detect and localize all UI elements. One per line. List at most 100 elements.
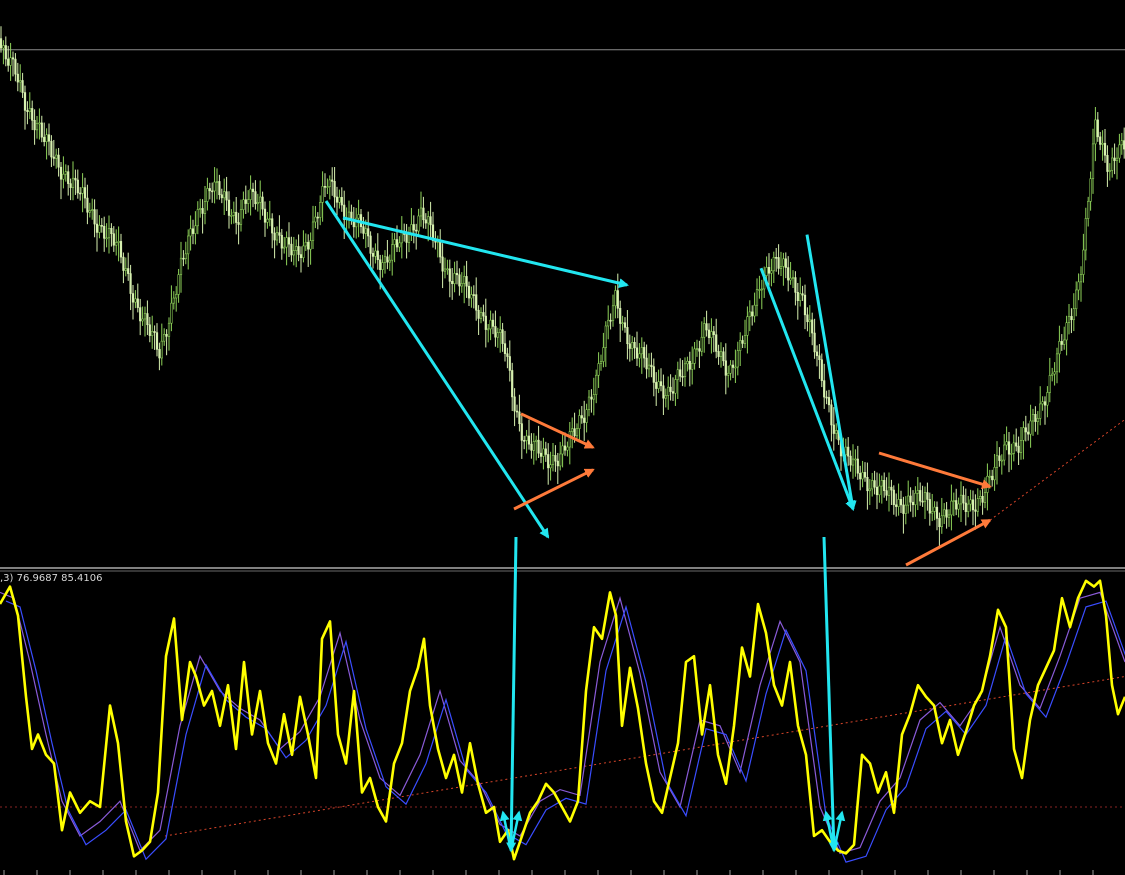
candle-body <box>501 329 504 344</box>
candle-body <box>679 369 682 377</box>
candle-body <box>628 343 631 349</box>
candle-body <box>1029 420 1032 435</box>
candle-body <box>794 277 797 293</box>
candle-body <box>520 423 523 441</box>
candle-body <box>923 492 927 502</box>
candle-body <box>347 211 351 219</box>
candle-body <box>16 73 19 83</box>
candle-body <box>472 294 475 296</box>
candle-body <box>374 250 377 257</box>
candle-body <box>11 57 15 60</box>
candle-body <box>619 307 622 324</box>
candle-body <box>220 194 223 199</box>
candle-body <box>494 326 497 338</box>
candle-body <box>196 209 199 227</box>
candle-body <box>283 246 286 249</box>
candle-body <box>1075 289 1078 310</box>
candle-body <box>736 350 739 368</box>
candle-body <box>823 380 826 398</box>
candle-body <box>419 207 423 217</box>
candle-body <box>633 342 636 349</box>
candle-body <box>1091 143 1095 180</box>
candle-body <box>597 363 600 376</box>
candle-body <box>573 428 576 437</box>
candle-body <box>635 347 639 359</box>
candle-body <box>1065 322 1068 341</box>
candle-body <box>1058 341 1061 355</box>
candle-body <box>201 208 204 214</box>
candle-body <box>146 313 149 326</box>
candle-body <box>563 445 567 451</box>
candle-body <box>950 500 953 516</box>
candle-body <box>251 188 255 192</box>
candle-body <box>767 267 771 274</box>
candle-body <box>707 329 711 339</box>
candle-body <box>820 359 823 381</box>
candle-body <box>227 199 231 216</box>
candle-body <box>107 227 111 239</box>
candle-body <box>271 218 274 234</box>
candle-body <box>1060 341 1063 345</box>
candle-body <box>290 243 293 256</box>
candle-body <box>206 188 209 202</box>
candle-body <box>470 294 473 299</box>
candle-body <box>1084 218 1087 251</box>
candle-body <box>477 309 480 319</box>
candle-body <box>31 108 34 121</box>
candle-body <box>650 364 653 367</box>
candle-body <box>182 257 185 260</box>
candle-body <box>659 381 663 387</box>
candle-body <box>9 57 12 66</box>
candle-body <box>43 136 46 142</box>
candle-body <box>602 347 605 362</box>
candle-body <box>129 273 132 294</box>
candle-body <box>955 500 958 510</box>
candle-body <box>1007 441 1011 455</box>
candle-body <box>952 500 955 502</box>
candle-body <box>119 241 123 258</box>
candle-body <box>81 187 84 194</box>
candle-body <box>407 233 411 243</box>
candle-body <box>849 455 852 466</box>
candle-body <box>122 256 125 271</box>
candle-body <box>988 475 991 478</box>
candle-body <box>280 234 283 249</box>
candle-body <box>1053 371 1056 375</box>
candle-body <box>875 486 879 496</box>
candle-body <box>791 277 795 279</box>
candle-body <box>266 218 269 223</box>
candle-body <box>527 435 531 445</box>
candle-body <box>1101 142 1104 145</box>
candle-body <box>998 455 1001 461</box>
candle-body <box>165 334 168 337</box>
candle-body <box>703 323 706 338</box>
candle-body <box>943 509 946 517</box>
candle-body <box>1043 401 1047 406</box>
candle-body <box>268 218 271 221</box>
candle-body <box>561 445 564 455</box>
candle-body <box>741 340 744 344</box>
candle-body <box>47 134 51 142</box>
candle-body <box>254 191 257 205</box>
candle-body <box>506 353 509 357</box>
candle-body <box>806 314 809 323</box>
candle-body <box>715 334 718 352</box>
candle-body <box>467 285 471 299</box>
candle-body <box>921 500 924 503</box>
candle-body <box>33 120 36 131</box>
candle-body <box>686 360 689 365</box>
candle-body <box>899 499 903 506</box>
candle-body <box>369 235 372 254</box>
candle-body <box>981 496 984 503</box>
candle-body <box>1077 281 1080 291</box>
candle-body <box>292 250 295 256</box>
candle-body <box>892 489 895 506</box>
candle-body <box>614 290 617 307</box>
candle-body <box>388 259 391 263</box>
candle-body <box>232 211 235 216</box>
candle-body <box>1027 431 1030 435</box>
candle-body <box>1103 142 1107 156</box>
candle-body <box>607 319 610 327</box>
candle-body <box>153 331 156 333</box>
candle-body <box>237 222 240 225</box>
